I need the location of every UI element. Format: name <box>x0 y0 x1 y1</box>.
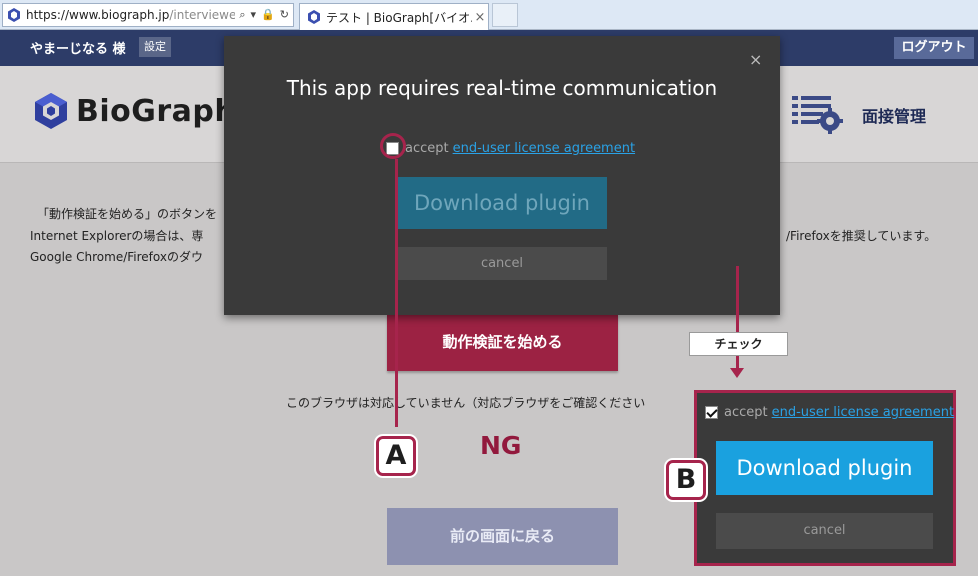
tab-biograph[interactable]: テスト | BioGraph[バイオ... × <box>299 3 489 30</box>
instruction-line-1: 「動作検証を始める」のボタンを <box>37 207 218 221</box>
zoom-download-plugin-button[interactable]: Download plugin <box>716 441 933 495</box>
annotation-badge-b: B <box>666 460 706 500</box>
instruction-line-2: Internet Explorerの場合は、専 <box>30 229 204 243</box>
start-verification-button[interactable]: 動作検証を始める <box>387 314 618 371</box>
result-status: NG <box>480 431 522 460</box>
eula-link[interactable]: end-user license agreement <box>453 141 635 156</box>
annotation-arrow-down-icon <box>730 368 744 378</box>
zoom-cancel-button[interactable]: cancel <box>716 513 933 549</box>
instruction-line-3: Google Chrome/Firefoxのダウ <box>30 250 203 264</box>
tab-title: テスト | BioGraph[バイオ... <box>326 10 472 25</box>
zoom-accept-label: accept <box>724 405 768 420</box>
modal-close-icon[interactable]: × <box>749 50 762 69</box>
settings-button[interactable]: 設定 <box>139 37 171 57</box>
zoom-eula-link[interactable]: end-user license agreement <box>772 405 954 420</box>
logout-button[interactable]: ログアウト <box>894 37 974 59</box>
chevron-down-icon[interactable]: ▾ <box>251 8 257 22</box>
annotation-badge-a: A <box>376 436 416 476</box>
biograph-logo-icon <box>35 93 67 129</box>
biograph-favicon-icon <box>308 10 320 24</box>
unsupported-browser-message: このブラウザは対応していません（対応ブラウザをご確認ください <box>286 396 646 410</box>
accept-label: accept <box>405 141 449 156</box>
address-bar[interactable]: https://www.biograph.jp/interviewe ⌕ ▾ 🔒… <box>2 3 294 27</box>
interview-management-icon[interactable] <box>790 94 844 134</box>
search-icon[interactable]: ⌕ <box>239 8 245 22</box>
lock-icon: 🔒 <box>261 8 275 21</box>
modal-accept-row: accept end-user license agreement <box>386 141 635 156</box>
modal-cancel-button[interactable]: cancel <box>397 247 607 280</box>
refresh-icon[interactable]: ↻ <box>280 8 289 22</box>
new-tab-button[interactable] <box>492 3 518 27</box>
zoom-accept-row: accept end-user license agreement <box>705 405 954 420</box>
annotation-check-label: チェック <box>689 332 788 356</box>
back-button[interactable]: 前の画面に戻る <box>387 508 618 565</box>
download-plugin-button[interactable]: Download plugin <box>397 177 607 229</box>
user-name: やまーじなる 様 <box>30 42 126 57</box>
menu-label-interview[interactable]: 面接管理 <box>862 103 926 127</box>
instruction-line-2-right: /Firefoxを推奨しています。 <box>786 229 937 243</box>
tab-close-icon[interactable]: × <box>472 10 488 25</box>
biograph-favicon-icon <box>8 8 20 22</box>
biograph-logo[interactable]: BioGraph <box>35 93 236 129</box>
annotation-ring <box>380 133 406 159</box>
annotation-line-a <box>395 159 398 427</box>
address-url: https://www.biograph.jp/interviewe <box>26 8 236 22</box>
modal-title: This app requires real-time communicatio… <box>286 76 718 100</box>
accept-checkbox-checked[interactable] <box>705 406 718 419</box>
